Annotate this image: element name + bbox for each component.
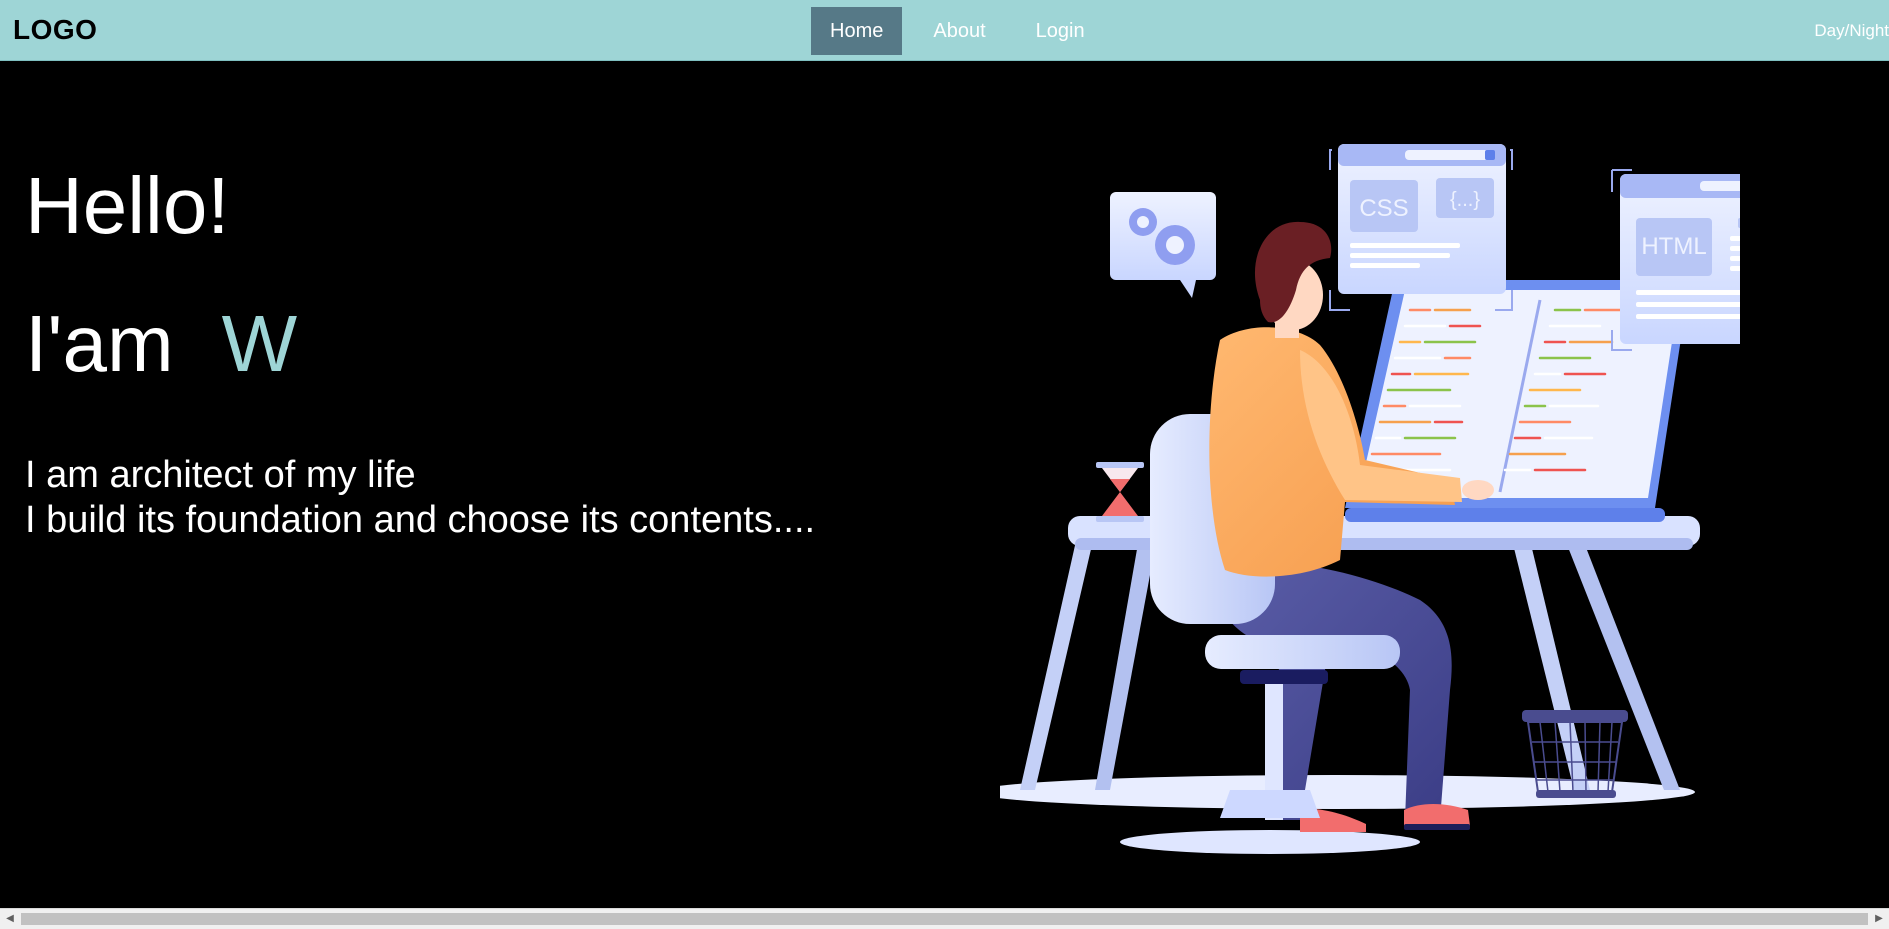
logo[interactable]: LOGO: [13, 14, 97, 46]
triangle-left-icon[interactable]: ◀: [0, 909, 20, 929]
typed-text: W: [221, 299, 298, 388]
developer-illustration: CSS {...} HTML: [1000, 144, 1740, 854]
hero-intro: I'am W: [25, 298, 297, 390]
triangle-right-icon[interactable]: ▶: [1869, 909, 1889, 929]
intro-prefix: I'am: [25, 299, 174, 388]
top-navbar: LOGO Home About Login Day/Night: [0, 0, 1889, 61]
person-hand: [1462, 480, 1494, 500]
chair-base-shadow: [1120, 830, 1420, 854]
day-night-toggle[interactable]: Day/Night: [1814, 21, 1889, 41]
hourglass-icon: [1096, 462, 1144, 522]
desk-leg: [1020, 532, 1095, 790]
nav-login[interactable]: Login: [1017, 7, 1104, 55]
desk-leg: [1095, 532, 1158, 790]
css-card-label: CSS: [1359, 195, 1408, 222]
html-card: HTML: [1611, 169, 1740, 351]
horizontal-scrollbar[interactable]: ◀ ▶: [0, 908, 1889, 929]
nav-about[interactable]: About: [914, 7, 1004, 55]
html-card-label: HTML: [1641, 233, 1706, 260]
scrollbar-thumb[interactable]: [21, 913, 1868, 925]
monitor-stand: [1345, 508, 1665, 522]
bio-line-1: I am architect of my life: [25, 454, 416, 496]
bio-line-2: I build its foundation and choose its co…: [25, 499, 816, 541]
hero-greeting: Hello!: [25, 161, 230, 250]
gears-bubble: [1110, 192, 1216, 298]
main-nav: Home About Login: [811, 7, 1116, 55]
nav-home[interactable]: Home: [811, 7, 903, 55]
hero-bio: I am architect of my life I build its fo…: [25, 453, 815, 543]
braces-label: {...}: [1450, 189, 1480, 211]
css-card: CSS {...}: [1329, 144, 1513, 311]
